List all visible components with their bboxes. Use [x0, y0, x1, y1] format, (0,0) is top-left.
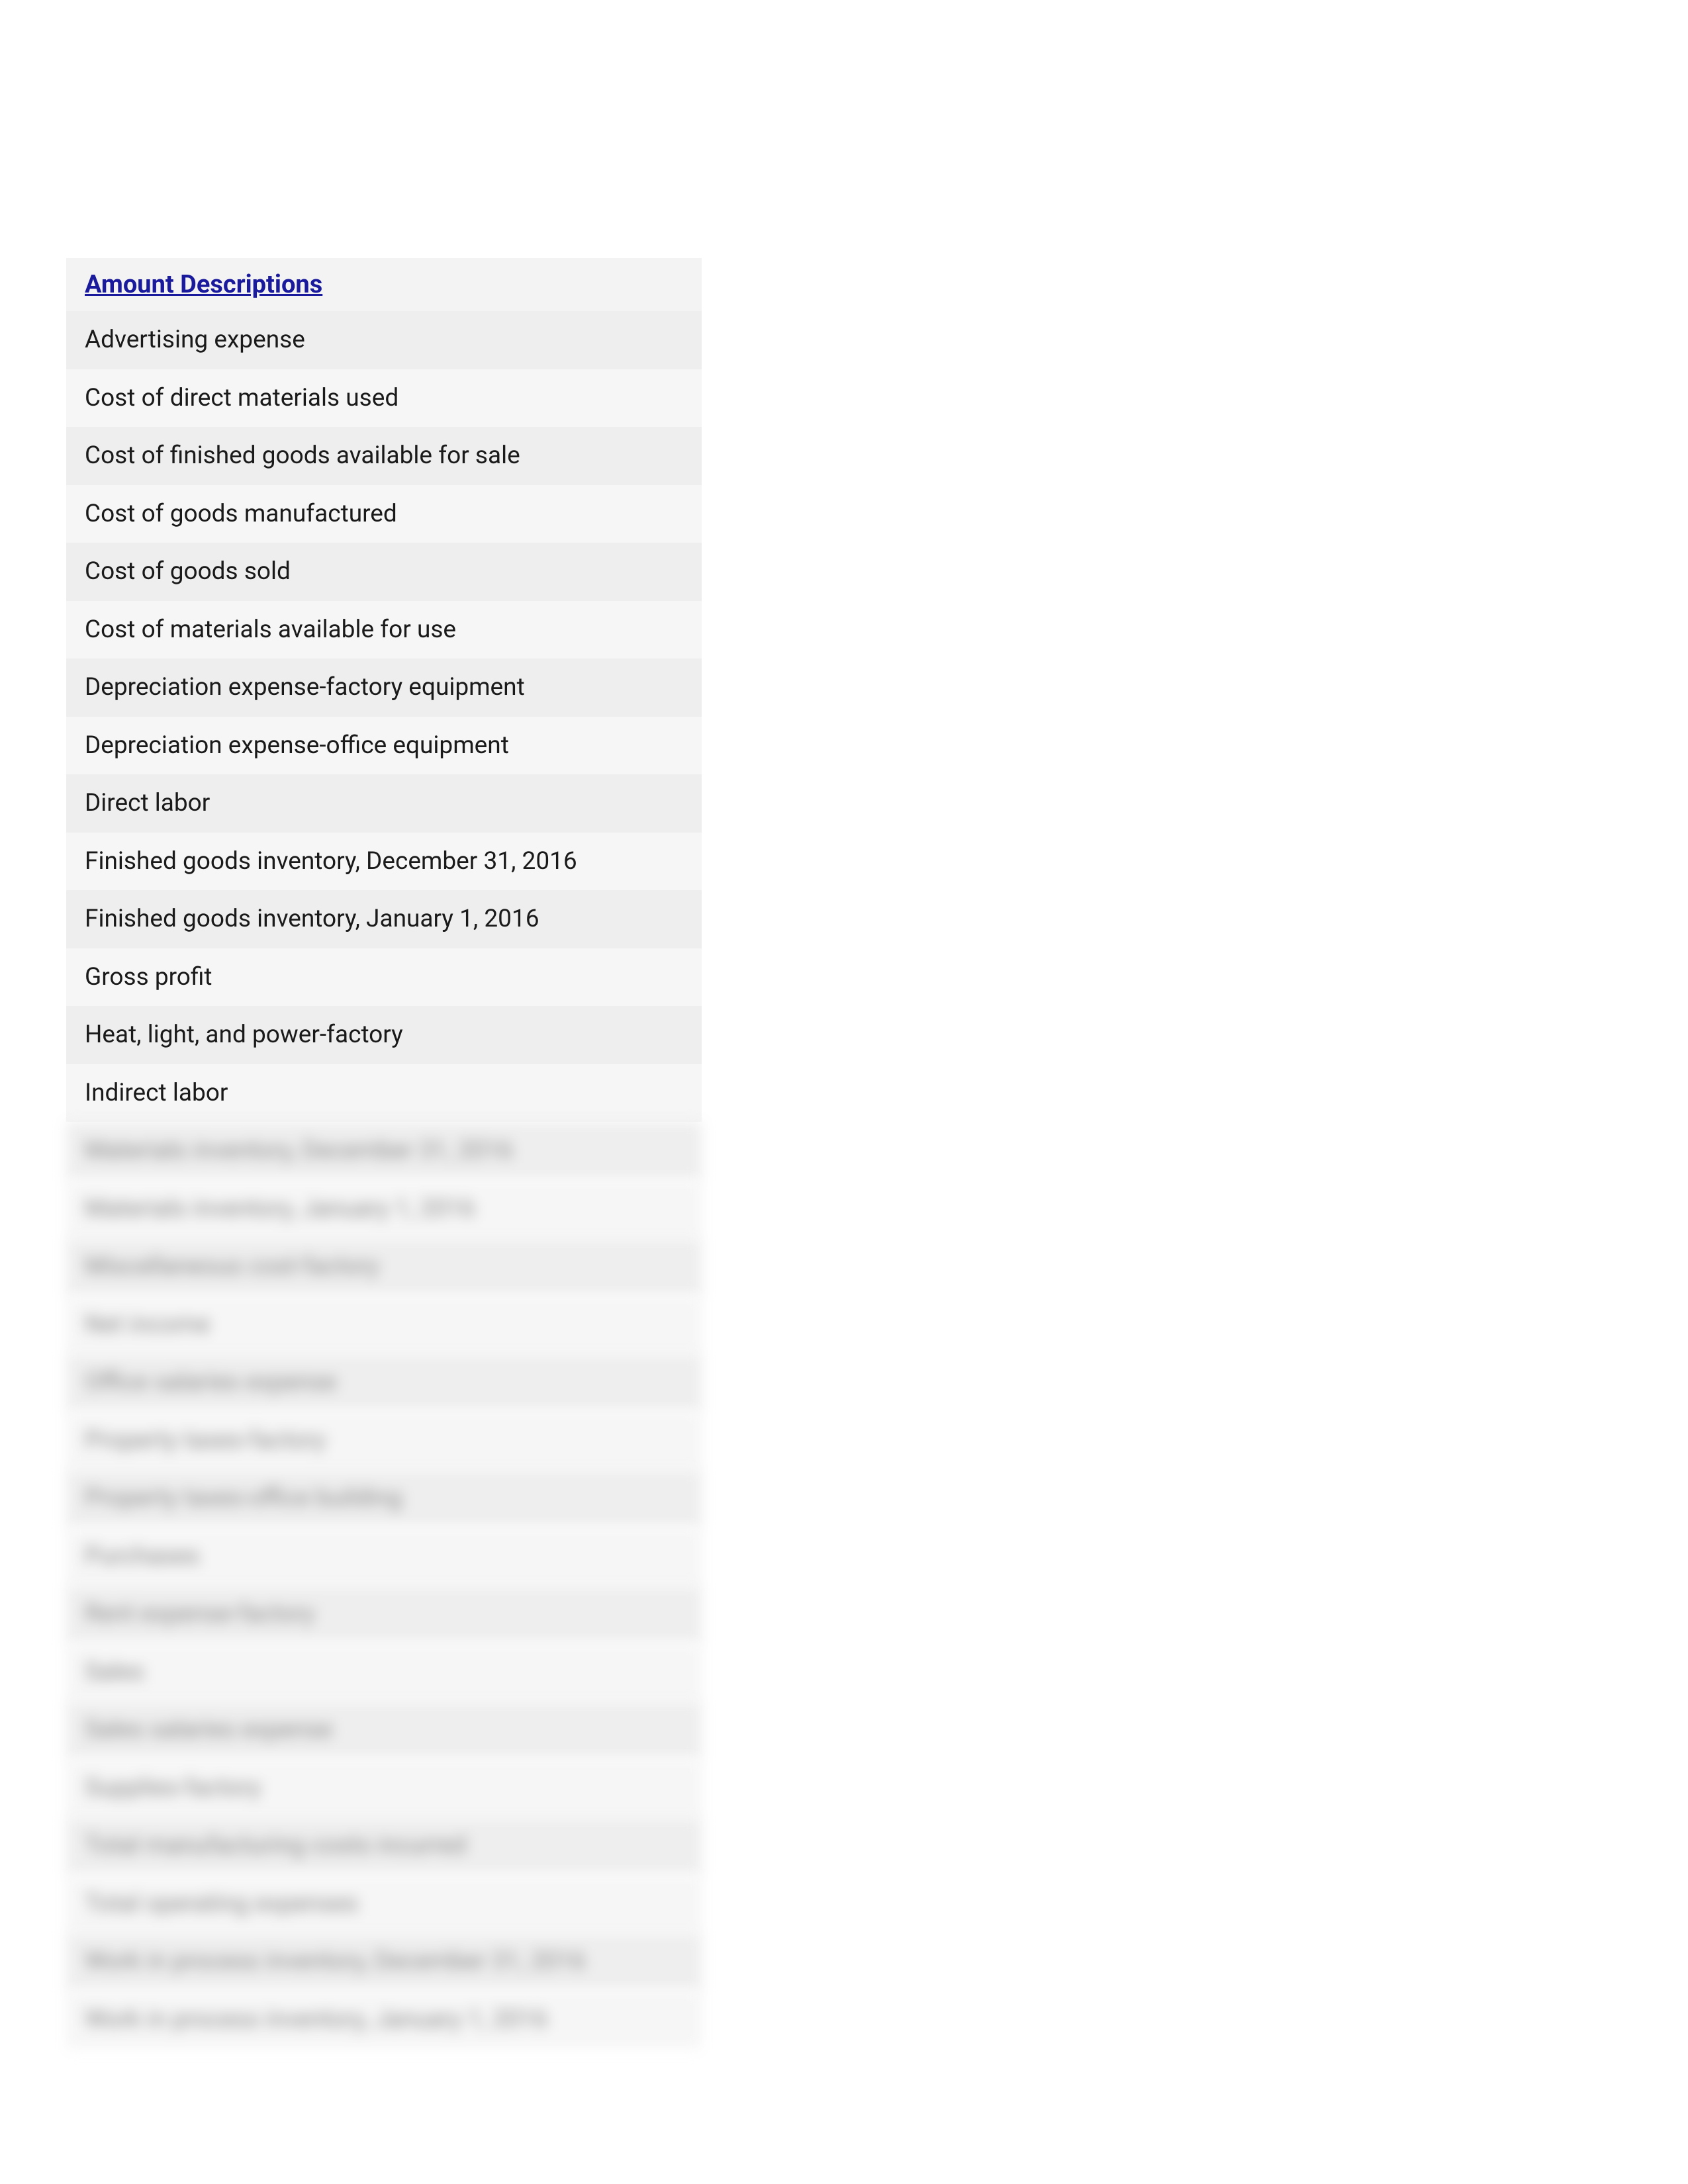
table-row: Direct labor — [66, 774, 702, 833]
table-row: Office salaries expense — [66, 1353, 702, 1412]
table-row: Miscellaneous cost-factory — [66, 1238, 702, 1296]
table-row: Cost of finished goods available for sal… — [66, 427, 702, 485]
table-row: Net income — [66, 1296, 702, 1354]
table-row: Indirect labor — [66, 1064, 702, 1122]
table-row: Materials inventory, December 31, 2016 — [66, 1122, 702, 1180]
table-row: Heat, light, and power-factory — [66, 1006, 702, 1064]
table-row: Cost of goods sold — [66, 543, 702, 601]
table-header: Amount Descriptions — [66, 258, 702, 311]
amount-descriptions-link[interactable]: Amount Descriptions — [85, 270, 322, 299]
table-row: Purchases — [66, 1527, 702, 1586]
table-row: Supplies-factory — [66, 1759, 702, 1817]
table-row: Cost of direct materials used — [66, 369, 702, 428]
table-row: Finished goods inventory, December 31, 2… — [66, 833, 702, 891]
table-row: Depreciation expense-office equipment — [66, 717, 702, 775]
table-row: Total manufacturing costs incurred — [66, 1817, 702, 1875]
table-row: Work in process inventory, December 31, … — [66, 1933, 702, 1991]
table-row: Gross profit — [66, 948, 702, 1007]
table-row: Depreciation expense-factory equipment — [66, 659, 702, 717]
table-row: Finished goods inventory, January 1, 201… — [66, 890, 702, 948]
table-row: Rent expense-factory — [66, 1585, 702, 1643]
table-row: Work in process inventory, January 1, 20… — [66, 1991, 702, 2049]
table-row: Sales salaries expense — [66, 1701, 702, 1759]
table-row: Sales — [66, 1643, 702, 1702]
table-row: Materials inventory, January 1, 2016 — [66, 1180, 702, 1238]
table-row: Cost of materials available for use — [66, 601, 702, 659]
amount-descriptions-table: Amount Descriptions Advertising expenseC… — [66, 258, 702, 2048]
table-row: Cost of goods manufactured — [66, 485, 702, 543]
table-row: Property taxes-office building — [66, 1469, 702, 1527]
table-row: Advertising expense — [66, 311, 702, 369]
table-row: Property taxes-factory — [66, 1412, 702, 1470]
table-row: Total operating expenses — [66, 1875, 702, 1933]
